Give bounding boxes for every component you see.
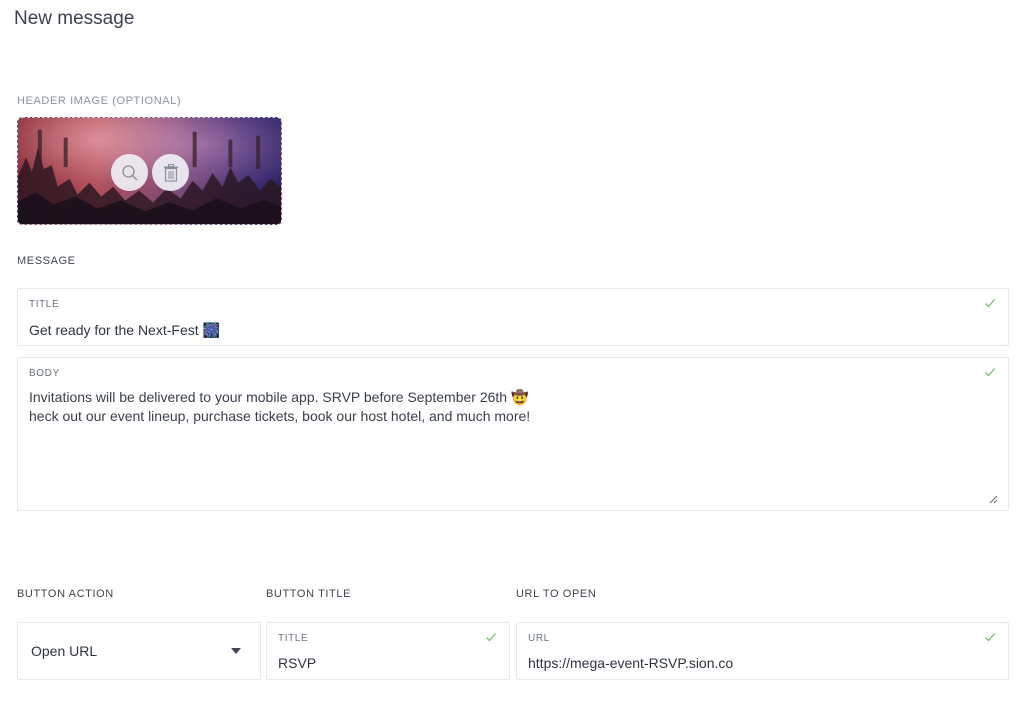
zoom-image-button[interactable] (111, 154, 148, 191)
check-icon (486, 633, 496, 642)
search-icon (121, 164, 137, 180)
body-line-1: Invitations will be delivered to your mo… (29, 389, 529, 405)
body-line-2: heck out our event lineup, purchase tick… (29, 408, 531, 424)
body-field-value: Invitations will be delivered to your mo… (29, 388, 530, 426)
message-label: MESSAGE (17, 255, 76, 267)
button-title-field[interactable]: TITLE RSVP (266, 622, 510, 680)
header-image[interactable] (17, 117, 282, 225)
button-title-value: RSVP (278, 655, 317, 671)
chevron-down-icon (231, 648, 241, 654)
button-title-label: BUTTON TITLE (266, 588, 352, 600)
button-action-value: Open URL (31, 643, 98, 659)
crowd-photo (18, 129, 281, 224)
button-action-label: BUTTON ACTION (17, 588, 114, 600)
button-title-field-label: TITLE (278, 633, 309, 644)
trash-icon (163, 163, 178, 182)
page-title: New message (14, 8, 135, 29)
url-field-label: URL (528, 633, 550, 644)
header-image-label: HEADER IMAGE (OPTIONAL) (17, 95, 182, 107)
check-icon (985, 368, 995, 377)
body-field[interactable]: BODY Invitations will be delivered to yo… (17, 357, 1009, 511)
resize-handle-icon[interactable] (988, 494, 998, 504)
url-value: https://mega-event-RSVP.sion.co (528, 655, 734, 671)
url-field[interactable]: URL https://mega-event-RSVP.sion.co (516, 622, 1009, 680)
delete-image-button[interactable] (152, 154, 189, 191)
check-icon (985, 633, 995, 642)
title-field-value: Get ready for the Next-Fest 🎆 (29, 322, 220, 338)
button-action-select[interactable]: Open URL (17, 622, 261, 680)
title-field-label: TITLE (29, 299, 60, 310)
url-to-open-label: URL TO OPEN (516, 588, 597, 600)
body-field-label: BODY (29, 368, 60, 379)
title-field[interactable]: TITLE Get ready for the Next-Fest 🎆 (17, 288, 1009, 346)
check-icon (985, 299, 995, 308)
